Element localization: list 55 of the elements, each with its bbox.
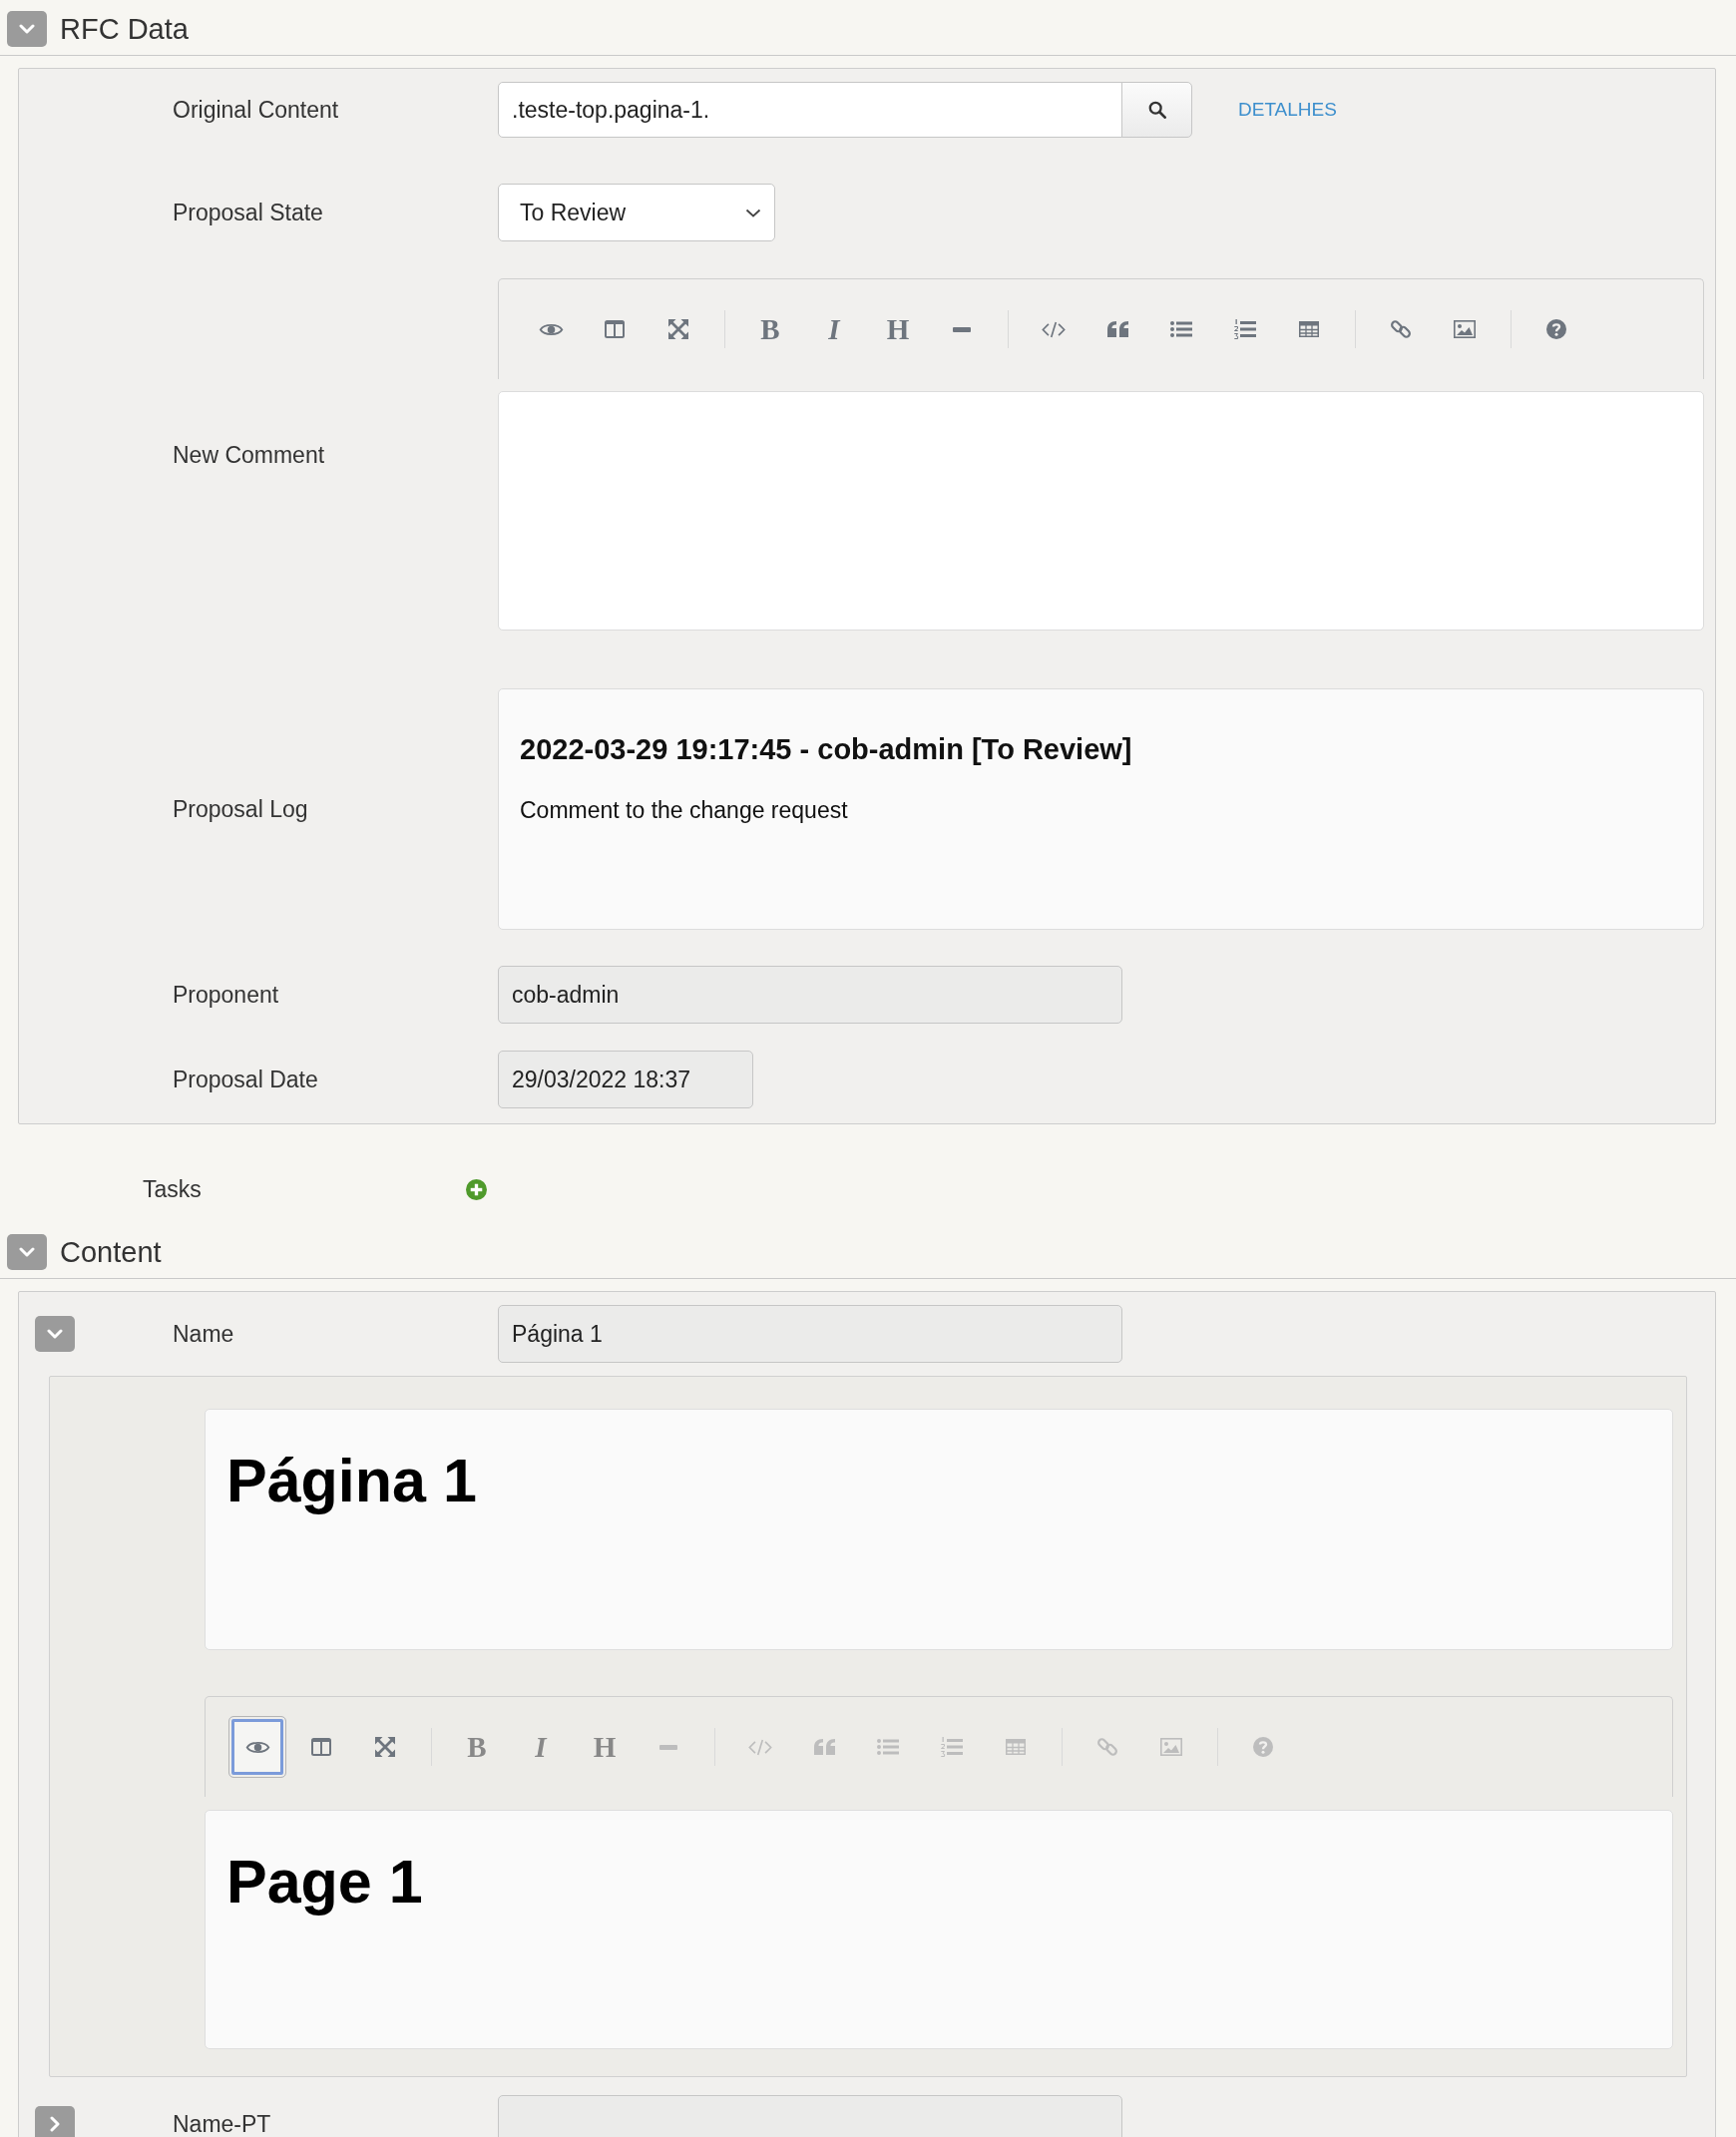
log-comment: Comment to the change request <box>520 796 849 824</box>
bold-button[interactable]: B <box>741 298 799 360</box>
field-label: Name-PT <box>173 2112 272 2136</box>
lookup-field[interactable]: .teste-top.pagina-1. <box>498 82 1122 138</box>
heading-button[interactable]: H <box>869 298 927 360</box>
numbered-list-icon <box>1234 319 1256 339</box>
minus-icon <box>659 1744 677 1750</box>
numbered-list-icon <box>941 1737 963 1757</box>
table-icon <box>1299 321 1319 337</box>
field-label: Proposal Date <box>173 1068 319 1091</box>
help-icon <box>1546 319 1566 339</box>
bullet-list-icon <box>877 1739 899 1755</box>
chevron-down-icon <box>19 1247 35 1257</box>
caret-down-icon <box>745 208 761 217</box>
chevron-down-icon <box>47 1329 63 1339</box>
field-label: Proposal Log <box>173 797 309 821</box>
field-label: Proponent <box>173 983 280 1007</box>
field-label: Name <box>173 1322 235 1346</box>
table-icon <box>1006 1739 1026 1755</box>
field-label: Proposal State <box>173 201 324 224</box>
minus-icon <box>953 326 971 332</box>
expand-icon <box>375 1737 395 1757</box>
search-icon <box>1147 101 1166 119</box>
preview-heading: Página 1 <box>226 1446 478 1516</box>
search-button[interactable] <box>1121 82 1192 138</box>
chevron-right-icon <box>50 2116 60 2132</box>
log-heading: 2022-03-29 19:17:45 - cob-admin [To Review] <box>520 732 1133 766</box>
columns-icon <box>311 1738 331 1756</box>
bullet-list-icon <box>1170 321 1192 337</box>
eye-icon <box>538 321 564 337</box>
field-label: New Comment <box>173 442 326 467</box>
code-icon <box>1042 320 1066 338</box>
chevron-down-icon <box>19 24 35 34</box>
columns-icon <box>605 320 625 338</box>
quote-icon <box>1106 321 1128 337</box>
field-label: Original Content <box>173 98 340 122</box>
eye-icon <box>244 1739 270 1755</box>
details-link[interactable]: DETALHES <box>1238 99 1337 121</box>
state-select[interactable]: To Review <box>498 184 775 241</box>
link-icon <box>1391 319 1411 339</box>
section-title: RFC Data <box>60 12 189 46</box>
add-icon[interactable] <box>466 1178 487 1200</box>
italic-button[interactable]: I <box>805 298 863 360</box>
tasks-label: Tasks <box>143 1175 203 1203</box>
quote-icon <box>813 1739 835 1755</box>
preview-heading: Page 1 <box>226 1847 424 1918</box>
help-icon <box>1253 1737 1273 1757</box>
image-icon <box>1160 1738 1182 1756</box>
toggle-button[interactable] <box>7 1234 47 1270</box>
link-icon <box>1097 1737 1117 1757</box>
image-icon <box>1454 320 1476 338</box>
section-title: Content <box>60 1235 162 1269</box>
code-icon <box>748 1738 772 1756</box>
expand-icon <box>668 319 688 339</box>
toggle-button[interactable] <box>7 11 47 47</box>
